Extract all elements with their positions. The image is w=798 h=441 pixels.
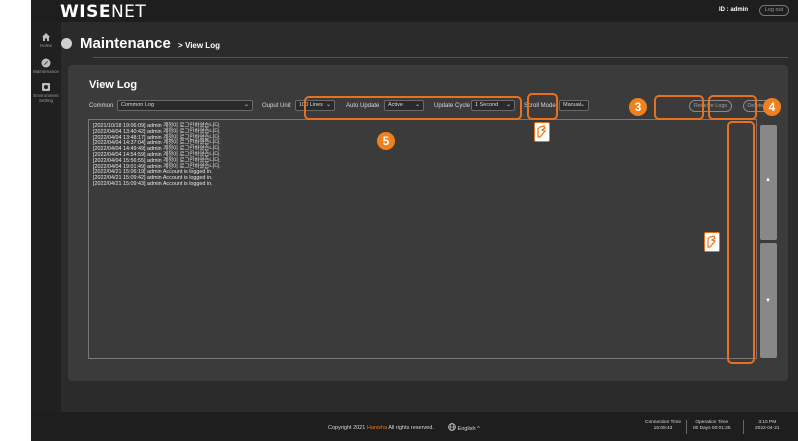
user-id-label: ID : admin <box>719 7 749 13</box>
arrow-up-icon: ▲ <box>765 177 771 183</box>
chevron-down-icon: ⌄ <box>579 102 585 108</box>
logout-button[interactable]: Log out <box>759 5 789 16</box>
footer-divider <box>686 420 687 434</box>
hand-touch-icon <box>707 235 717 248</box>
chevron-down-icon: ⌄ <box>243 102 249 108</box>
log-textarea[interactable]: [2021/10/18 19:06:09] admin 계정이 로그인하였습니다… <box>88 119 757 359</box>
annotation-highlight-3 <box>654 95 704 120</box>
hand-touch-icon <box>704 232 720 252</box>
footer-bar: Copyright 2021 Hanwha All rights reserve… <box>31 412 798 441</box>
sidebar-item-maintenance[interactable]: Maintenance <box>31 58 61 74</box>
sidebar-item-environment-setting[interactable]: Environment Setting <box>31 82 61 103</box>
sidebar-item-home[interactable]: Home <box>31 32 61 48</box>
sidebar: Home Maintenance Environment Setting <box>31 22 61 412</box>
maintenance-icon <box>61 38 72 49</box>
scroll-mode-select-value: Manual <box>563 102 582 108</box>
app-window: WISENET ID : admin Log out Home Maintena… <box>31 0 798 441</box>
page-title: Maintenance <box>80 35 171 52</box>
annotation-highlight-4 <box>708 95 757 120</box>
copyright-prefix: Copyright 2021 <box>328 425 366 431</box>
footer-divider <box>743 420 744 434</box>
environment-setting-icon <box>42 83 50 91</box>
wisenet-logo: WISENET <box>60 2 146 22</box>
annotation-highlight-5 <box>304 96 522 120</box>
scroll-up-button[interactable]: ▲ <box>760 125 777 240</box>
sidebar-item-label: Maintenance <box>33 69 59 74</box>
sidebar-item-label: Home <box>39 43 52 48</box>
common-select-value: Common Log <box>121 102 155 108</box>
globe-icon <box>448 423 456 431</box>
language-label: English ^ <box>457 426 480 432</box>
operation-time: Operation Time 00 Days 00:01:25 <box>693 420 731 432</box>
log-line: [2022/04/21 15:09:43] admin Account is l… <box>93 180 213 187</box>
copyright-text: Copyright 2021 Hanwha All rights reserve… <box>328 425 434 431</box>
log-scrollbar: ▲ ▼ <box>760 125 777 358</box>
annotation-highlight-scroll <box>727 121 755 364</box>
top-header: WISENET ID : admin Log out <box>31 0 798 22</box>
scroll-down-button[interactable]: ▼ <box>760 243 777 358</box>
connection-time-value: 15:09:43 <box>653 426 673 431</box>
title-divider <box>93 57 788 58</box>
scroll-mode-select[interactable]: Manual ⌄ <box>559 100 589 111</box>
logo-text: WISE <box>60 2 111 22</box>
panel-title: View Log <box>89 79 138 91</box>
annotation-badge-5: 5 <box>377 132 395 150</box>
sidebar-item-label: Environment Setting <box>33 93 59 103</box>
output-unit-label: Ouput Unit <box>262 103 291 109</box>
copyright-brand: Hanwha <box>366 425 388 431</box>
clock: 3:10 PM 2022-04-21 <box>755 420 780 432</box>
breadcrumb-current: View Log <box>185 41 220 50</box>
common-select[interactable]: Common Log ⌄ <box>117 100 253 111</box>
hand-touch-icon <box>537 125 547 138</box>
connection-time: Connection Time 15:09:43 <box>645 420 681 432</box>
operation-time-value: 00 Days 00:01:25 <box>693 426 731 431</box>
annotation-badge-3: 3 <box>629 98 647 116</box>
arrow-down-icon: ▼ <box>765 298 771 304</box>
logo-text-net: NET <box>110 2 147 22</box>
clock-date: 2022-04-21 <box>755 426 780 431</box>
annotation-badge-4: 4 <box>763 98 781 116</box>
language-selector[interactable]: English ^ <box>448 423 480 432</box>
hand-touch-icon <box>534 122 550 142</box>
common-label: Common <box>89 103 114 109</box>
copyright-suffix: All rights reserved. <box>388 425 434 431</box>
maintenance-icon <box>41 58 51 68</box>
annotation-highlight-scroll-mode <box>527 93 558 120</box>
breadcrumb-separator: > <box>178 41 183 50</box>
home-icon <box>42 33 50 41</box>
